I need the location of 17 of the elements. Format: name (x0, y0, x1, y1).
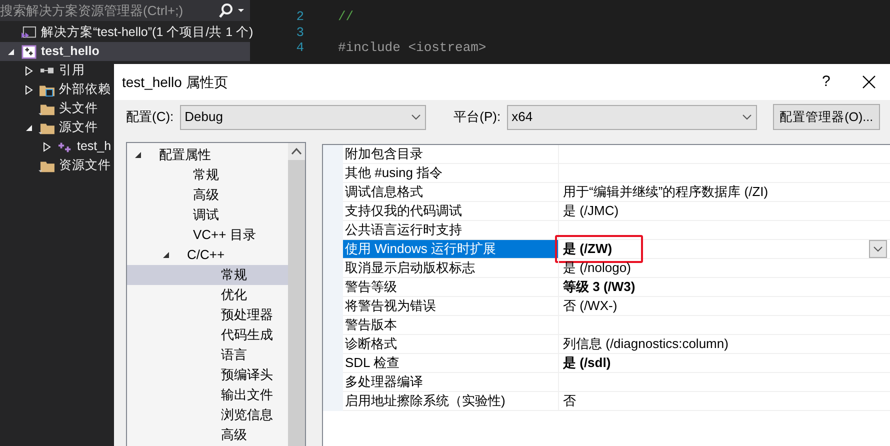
property-value: 否 (/WX-) (563, 297, 618, 316)
property-value: 是 (/JMC) (563, 202, 619, 220)
property-value: 否 (563, 392, 576, 410)
line-number: 4 (295, 39, 305, 57)
code-line: #include <iostream> (338, 39, 486, 57)
property-value: 是 (/nologo) (563, 259, 631, 278)
property-value: 是 (/sdl) (563, 354, 611, 372)
property-value: 等级 3 (/W3) (563, 278, 636, 296)
line-number: 2 (295, 8, 305, 26)
code-line: // (338, 8, 354, 26)
window-title: test_hello 属性页 (122, 72, 229, 92)
property-value: 是 (/ZW) (563, 240, 612, 258)
configuration-label: 配置(C): (126, 108, 174, 126)
line-number: 3 (295, 24, 305, 42)
property-value: 用于“编辑并继续”的程序数据库 (/ZI) (563, 183, 768, 202)
platform-label: 平台(P): (454, 108, 501, 126)
property-value: 列信息 (/diagnostics:column) (563, 335, 728, 354)
